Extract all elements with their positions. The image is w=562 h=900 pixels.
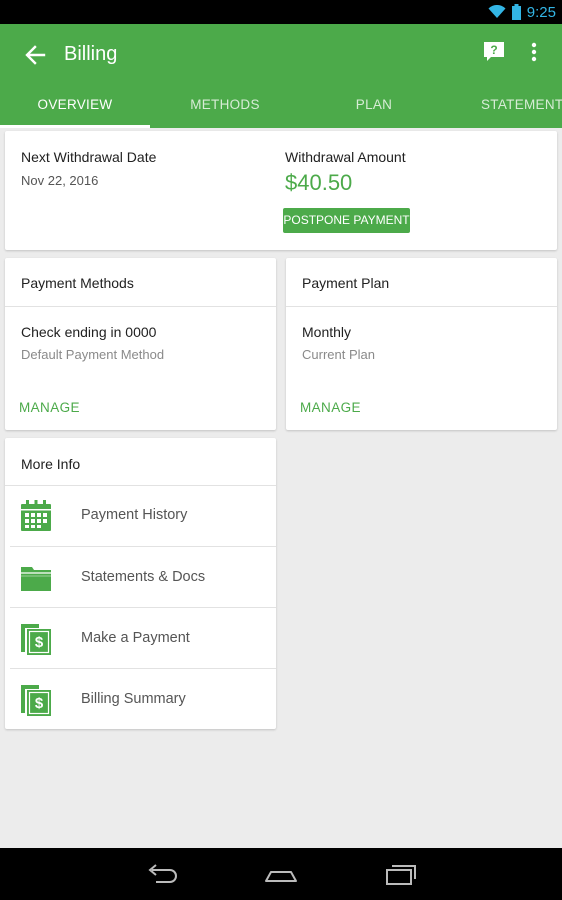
tab-indicator [0,125,150,128]
list-item-statements-docs[interactable]: Statements & Docs [5,547,276,608]
dollar-document-icon: $ [21,685,51,716]
payment-plan-primary: Monthly [302,324,352,340]
wifi-icon [488,5,506,18]
tab-label: METHODS [190,97,260,112]
svg-text:$: $ [35,634,44,651]
tab-bar: OVERVIEW METHODS PLAN STATEMENTS [0,90,562,128]
back-nav-icon[interactable] [144,860,180,888]
list-item-billing-summary[interactable]: $ Billing Summary [5,669,276,729]
payment-method-secondary: Default Payment Method [21,347,165,362]
tab-plan[interactable]: PLAN [300,90,448,128]
status-icons: 9:25 [488,0,556,24]
withdrawal-amount-label: Withdrawal Amount [285,149,406,165]
list-item-label: Make a Payment [81,630,190,646]
home-nav-icon[interactable] [263,860,299,888]
status-bar: 9:25 [0,0,562,24]
list-item-label: Payment History [81,507,188,523]
withdrawal-date-value: Nov 22, 2016 [21,173,99,188]
battery-icon [511,4,521,20]
clock: 9:25 [526,3,556,21]
payment-plan-secondary: Current Plan [302,347,375,362]
withdrawal-date-label: Next Withdrawal Date [21,149,157,165]
payment-plan-card: Payment Plan Monthly Current Plan MANAGE [286,258,557,430]
postpone-payment-button[interactable]: POSTPONE PAYMENT [283,208,410,233]
manage-payment-plan-button[interactable]: MANAGE [300,400,361,415]
payment-plan-title: Payment Plan [302,275,390,291]
tab-label: OVERVIEW [37,97,113,112]
manage-payment-methods-button[interactable]: MANAGE [19,400,80,415]
withdrawal-amount-value: $40.50 [285,170,353,195]
tab-label: STATEMENTS [481,97,562,112]
svg-text:?: ? [490,43,497,57]
tab-methods[interactable]: METHODS [150,90,300,128]
calendar-icon [21,500,51,531]
divider [286,306,557,307]
svg-text:$: $ [35,695,44,712]
recents-nav-icon[interactable] [383,860,419,888]
divider [5,306,276,307]
list-item-make-payment[interactable]: $ Make a Payment [5,608,276,669]
payment-method-primary: Check ending in 0000 [21,324,157,340]
tab-overview[interactable]: OVERVIEW [0,90,150,128]
more-info-card: More Info Payment History Statements & D… [5,438,276,729]
dollar-document-icon: $ [21,624,51,655]
arrow-left-icon[interactable] [22,42,48,68]
payment-methods-card: Payment Methods Check ending in 0000 Def… [5,258,276,430]
list-item-payment-history[interactable]: Payment History [5,485,276,546]
tab-label: PLAN [355,97,393,112]
payment-methods-title: Payment Methods [21,275,134,291]
withdrawal-card: Next Withdrawal Date Nov 22, 2016 Withdr… [5,131,557,250]
more-vert-icon[interactable] [524,41,544,63]
app-bar: Billing ? OVERVIEW METHODS PLAN STATEMEN… [0,24,562,128]
help-chat-icon[interactable]: ? [483,41,505,63]
system-nav-bar [0,848,562,900]
tab-statements[interactable]: STATEMENTS [481,90,562,128]
more-info-title: More Info [21,456,81,472]
folder-icon [21,567,51,591]
page-title: Billing [64,43,118,65]
list-item-label: Billing Summary [81,691,186,707]
list-item-label: Statements & Docs [81,569,206,585]
